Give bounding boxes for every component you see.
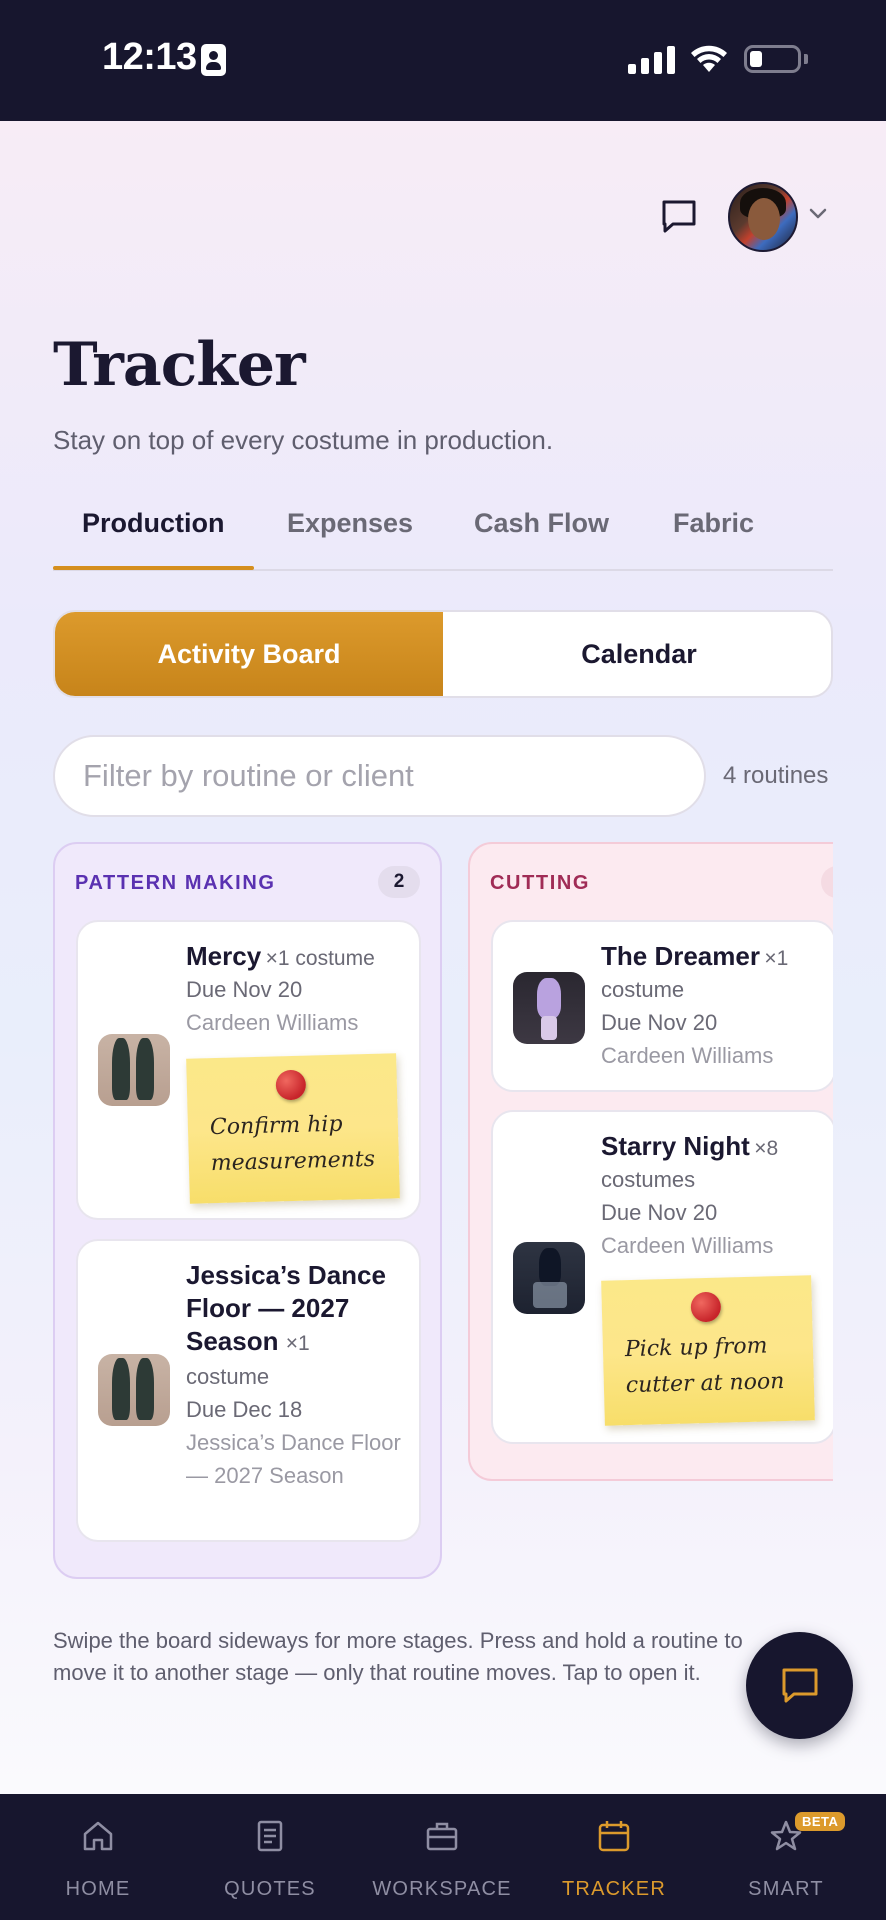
costume-quantity: ×1 costume xyxy=(265,947,375,970)
chat-fab-button[interactable] xyxy=(746,1632,853,1739)
client-name: Jessica’s Dance Floor — 2027 Season xyxy=(186,1430,401,1488)
routine-count: 4 routines xyxy=(723,762,829,789)
activity-board-button[interactable]: Activity Board xyxy=(55,612,443,696)
stage-title: CUTTING xyxy=(490,872,591,894)
routine-card-the-dreamer[interactable]: The Dreamer ×1 costume Due Nov 20 Cardee… xyxy=(491,920,833,1092)
view-toggle: Activity Board Calendar xyxy=(53,610,833,698)
chevron-down-icon[interactable] xyxy=(808,207,828,221)
routine-name: Starry Night xyxy=(601,1131,750,1161)
client-name: Cardeen Williams xyxy=(186,1010,359,1035)
nav-smart[interactable]: BETA SMART xyxy=(700,1794,872,1920)
filter-input[interactable] xyxy=(53,735,706,817)
routine-card-jessicas-dance-floor[interactable]: Jessica’s Dance Floor — 2027 Season ×1 c… xyxy=(76,1239,421,1542)
stage-column-pattern-making: PATTERN MAKING 2 Mercy ×1 costume Due No… xyxy=(53,842,442,1579)
costume-thumbnail xyxy=(98,1034,170,1106)
stage-count-badge: 2 xyxy=(378,866,420,898)
status-time: 12:13 xyxy=(102,36,197,78)
calendar-button[interactable]: Calendar xyxy=(445,612,831,696)
active-tab-indicator xyxy=(53,566,254,570)
nav-label: TRACKER xyxy=(562,1878,666,1900)
costume-quantity: ×1 xyxy=(764,947,789,970)
beta-badge: BETA xyxy=(795,1812,846,1831)
due-date: Due Dec 18 xyxy=(186,1397,303,1422)
due-date: Due Nov 20 xyxy=(186,977,303,1002)
costume-thumbnail xyxy=(513,972,585,1044)
sticky-note-text: Confirm hip measurements xyxy=(209,1111,376,1177)
cellular-signal-icon xyxy=(628,46,676,74)
nav-label: WORKSPACE xyxy=(372,1878,512,1900)
client-name: Cardeen Williams xyxy=(601,1233,774,1258)
wifi-icon xyxy=(691,45,727,72)
client-name: Cardeen Williams xyxy=(601,1043,774,1068)
bottom-nav: HOME QUOTES WORKSPACE TRACKER BETA SMART xyxy=(0,1794,886,1920)
tracker-tabs: Production Expenses Cash Flow Fabric xyxy=(53,490,833,571)
battery-cap xyxy=(804,54,808,64)
activity-board[interactable]: PATTERN MAKING 2 Mercy ×1 costume Due No… xyxy=(53,841,833,1581)
nav-workspace[interactable]: WORKSPACE xyxy=(356,1794,528,1920)
nav-label: HOME xyxy=(65,1878,131,1900)
tab-cash-flow[interactable]: Cash Flow xyxy=(474,508,609,539)
pushpin-icon xyxy=(275,1069,307,1101)
nav-label: QUOTES xyxy=(224,1878,316,1900)
calendar-icon xyxy=(598,1821,630,1852)
nav-label: SMART xyxy=(748,1878,824,1900)
nav-tracker[interactable]: TRACKER xyxy=(528,1794,700,1920)
avatar[interactable] xyxy=(728,182,798,252)
stage-title: PATTERN MAKING xyxy=(75,872,276,894)
battery-icon xyxy=(744,45,801,73)
sticky-note[interactable]: Confirm hip measurements xyxy=(186,1053,400,1204)
routine-card-starry-night[interactable]: Starry Night ×8 costumes Due Nov 20 Card… xyxy=(491,1110,833,1444)
sticky-note[interactable]: Pick up from cutter at noon xyxy=(601,1275,815,1426)
messages-icon[interactable] xyxy=(660,198,698,236)
home-icon xyxy=(83,1821,113,1851)
costume-thumbnail xyxy=(98,1354,170,1426)
page-subtitle: Stay on top of every costume in producti… xyxy=(53,425,554,455)
sticky-note-text: Pick up from cutter at noon xyxy=(624,1333,785,1399)
costume-quantity-unit: costume xyxy=(601,977,685,1002)
costume-quantity: ×8 xyxy=(754,1137,779,1160)
tab-expenses[interactable]: Expenses xyxy=(287,508,413,539)
costume-quantity-unit: costume xyxy=(186,1364,270,1389)
document-icon xyxy=(257,1820,283,1852)
routine-name: Mercy xyxy=(186,941,262,971)
costume-thumbnail xyxy=(513,1242,585,1314)
due-date: Due Nov 20 xyxy=(601,1010,718,1035)
nav-quotes[interactable]: QUOTES xyxy=(184,1794,356,1920)
pushpin-icon xyxy=(690,1291,722,1323)
tab-production[interactable]: Production xyxy=(82,508,225,539)
briefcase-icon xyxy=(426,1822,458,1851)
costume-quantity-unit: costumes xyxy=(601,1167,696,1192)
routine-name: The Dreamer xyxy=(601,941,760,971)
stage-count-badge: 2 xyxy=(821,866,833,898)
stage-column-cutting: CUTTING 2 The Dreamer ×1 costume Due Nov… xyxy=(468,842,833,1481)
tab-fabric[interactable]: Fabric xyxy=(673,508,754,539)
due-date: Due Nov 20 xyxy=(601,1200,718,1225)
nav-home[interactable]: HOME xyxy=(12,1794,184,1920)
board-help-text: Swipe the board sideways for more stages… xyxy=(53,1628,743,1685)
page-title: Tracker xyxy=(53,330,306,400)
status-bar: 12:13 xyxy=(0,0,886,121)
chat-bubble-icon xyxy=(782,1668,817,1702)
routine-card-mercy[interactable]: Mercy ×1 costume Due Nov 20 Cardeen Will… xyxy=(76,920,421,1220)
contact-card-icon xyxy=(201,44,226,76)
costume-quantity: ×1 xyxy=(285,1332,310,1355)
